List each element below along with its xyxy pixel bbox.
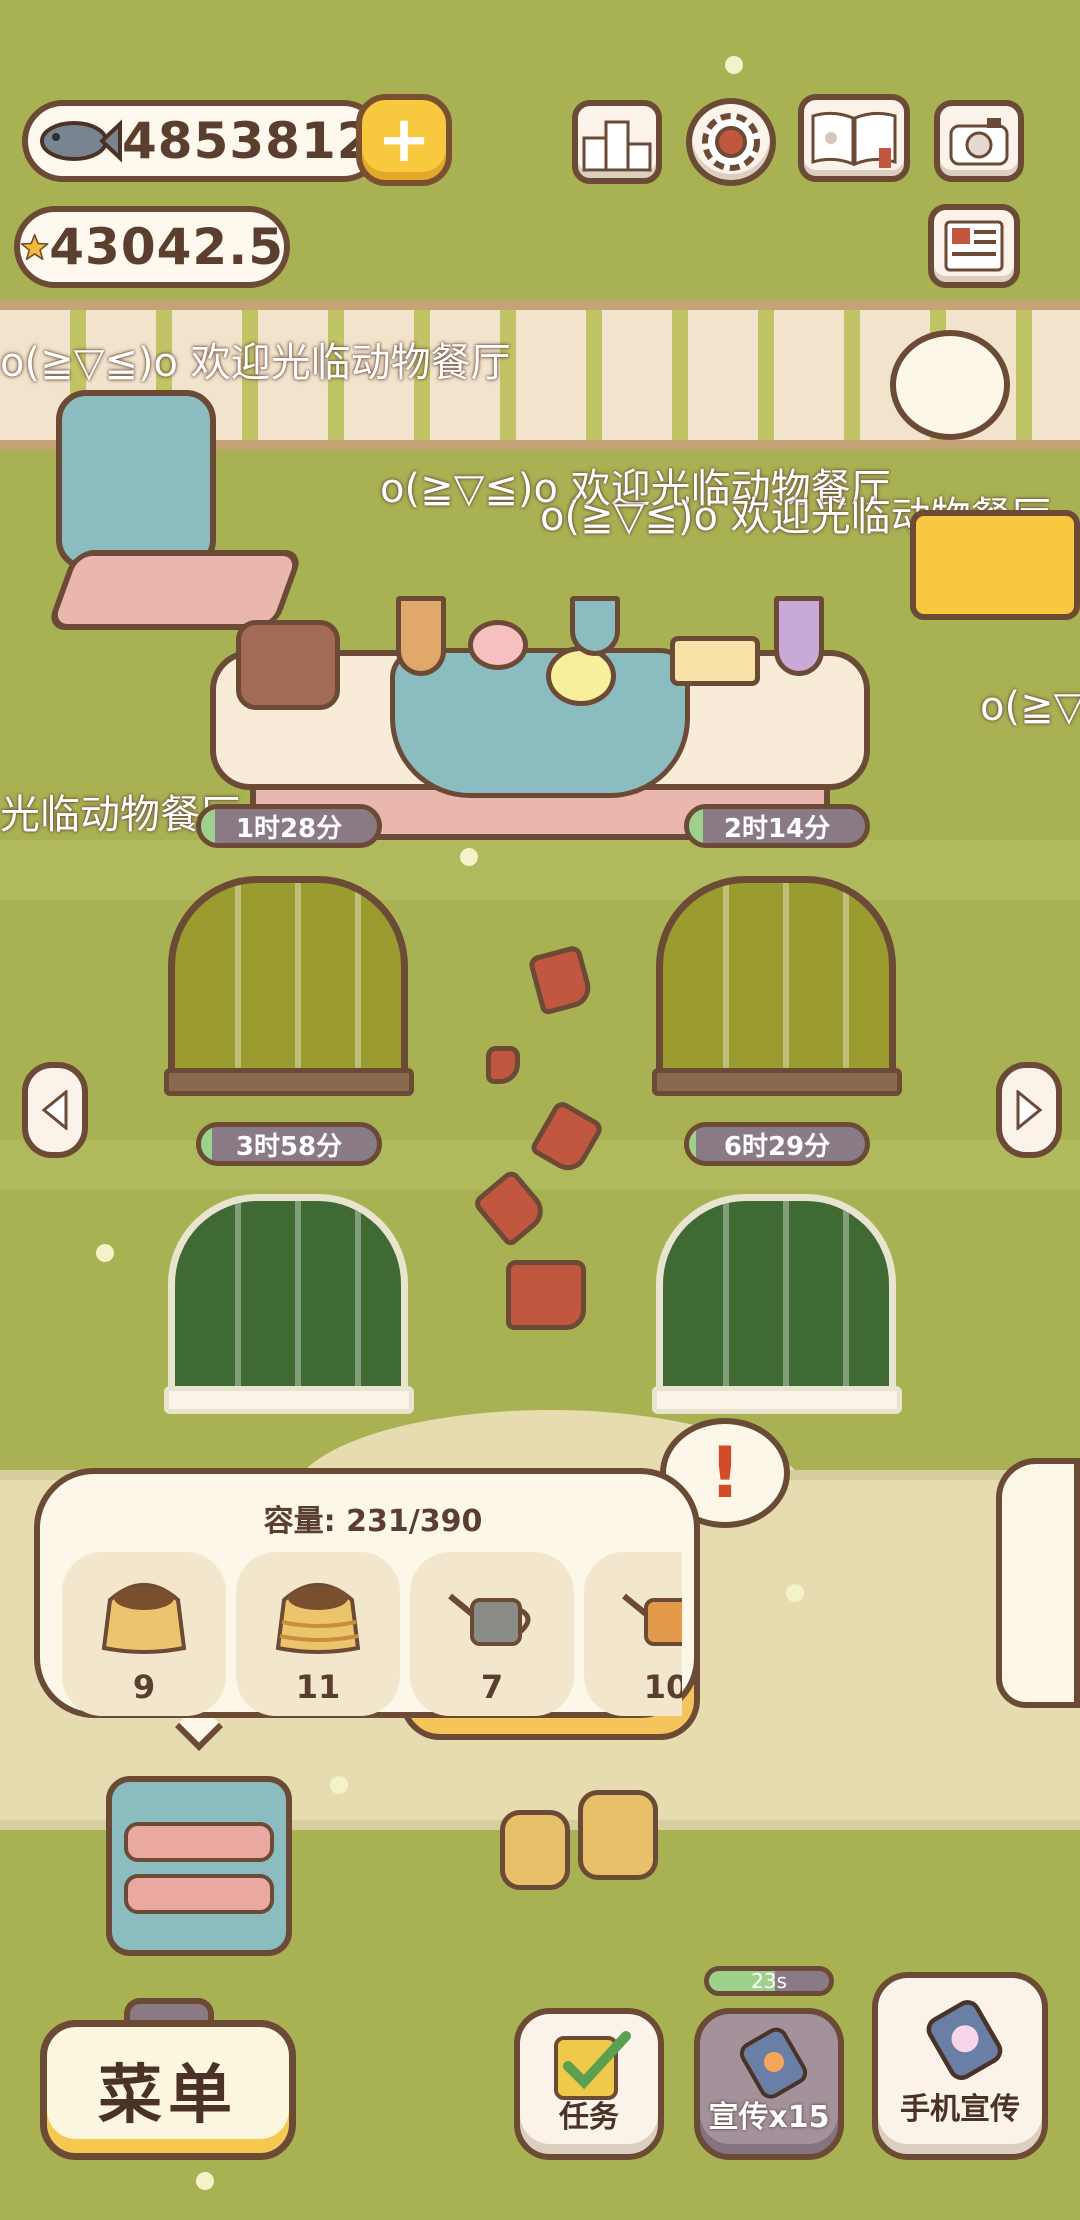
menu-button[interactable]: 菜单 (40, 2020, 296, 2160)
plot-timer-text: 2时14分 (723, 813, 831, 844)
paw-book-icon (811, 111, 897, 168)
plot-timer-text: 3时58分 (235, 1131, 343, 1162)
fertilizer-sack-icon (101, 1583, 187, 1654)
fish-currency-pill: 4853812 (22, 100, 384, 182)
star-currency-pill: 43042.5 (14, 206, 290, 288)
greenhouse-base (164, 1068, 414, 1096)
slot-count: 11 (295, 1668, 341, 1706)
storage-slot[interactable]: 7 (410, 1552, 574, 1716)
flower-decoration (786, 1584, 804, 1602)
settings-button[interactable] (686, 98, 776, 186)
plot-timer-text: 1时28分 (235, 813, 343, 844)
fertilizer-sack (500, 1810, 570, 1890)
promote-cooldown: 23s (704, 1966, 834, 1996)
promote-label: 宣传x15 (708, 2100, 830, 2135)
phone-promo-icon (926, 2000, 1003, 2080)
fish-amount: 4853812 (122, 112, 373, 170)
greenhouse-base (652, 1386, 902, 1414)
camera-icon (949, 118, 1009, 166)
star-icon (20, 233, 49, 261)
gear-icon (702, 113, 760, 171)
flower-decoration (725, 56, 743, 74)
plot-timer-progress (201, 809, 216, 843)
welcome-banner: o(≧▽≦)o 欢迎光临动物餐厅 (0, 340, 511, 386)
add-currency-button[interactable]: + (356, 94, 452, 186)
plot-timer-progress (689, 1127, 697, 1161)
cake (236, 620, 340, 710)
flower-decoration (96, 1244, 114, 1262)
storage-slot[interactable]: 10 (584, 1552, 682, 1716)
chevron-right-icon (1016, 1090, 1043, 1130)
toy-blocks-mat[interactable] (910, 510, 1080, 620)
parfait (570, 596, 620, 656)
flower-decoration (460, 848, 478, 866)
phone-promote-label: 手机宣传 (900, 2092, 1020, 2127)
ice-cream-cone (774, 596, 824, 676)
next-area-button[interactable] (996, 1062, 1062, 1158)
sock-item[interactable] (486, 1046, 520, 1084)
greenhouse-plot[interactable] (656, 876, 896, 1086)
plot-timer-progress (201, 1127, 212, 1161)
star-amount: 43042.5 (49, 218, 284, 276)
plot-timer-progress (689, 809, 704, 843)
fertilizer-sack-striped-icon (275, 1583, 361, 1654)
prev-area-button[interactable] (22, 1062, 88, 1158)
ice-cream-cone (396, 596, 446, 676)
dresser-drawer (124, 1822, 274, 1862)
leaderboard-button[interactable] (572, 100, 662, 184)
dog-customer[interactable] (996, 1458, 1080, 1708)
fish-icon (40, 119, 122, 163)
news-button[interactable] (928, 204, 1020, 288)
cake-slice (670, 636, 760, 686)
dessert-cup (468, 620, 528, 670)
plot-timer: 3时58分 (196, 1122, 382, 1166)
storage-dresser[interactable] (106, 1776, 292, 1956)
phone-promote-button[interactable]: 手机宣传 (872, 1972, 1048, 2160)
tasks-button[interactable]: 任务 (514, 2008, 664, 2160)
newspaper-icon (944, 220, 1004, 272)
plot-timer: 2时14分 (684, 804, 870, 848)
storage-slot[interactable]: 11 (236, 1552, 400, 1716)
dessert-machine[interactable] (56, 390, 216, 570)
plot-timer-text: 6时29分 (723, 1131, 831, 1162)
exclamation-icon: ! (709, 1432, 741, 1514)
storage-panel: 容量: 231/390 9 11 7 10 (34, 1468, 700, 1718)
camera-button[interactable] (934, 100, 1024, 182)
machine-base (45, 550, 305, 630)
cupcake (546, 646, 616, 706)
greenhouse-base (164, 1386, 414, 1414)
plot-timer: 6时29分 (684, 1122, 870, 1166)
dresser-drawer (124, 1874, 274, 1914)
storage-capacity: 容量: 231/390 (263, 1504, 483, 1539)
greenhouse-plot[interactable] (656, 1194, 896, 1404)
plot-timer: 1时28分 (196, 804, 382, 848)
greenhouse-plot[interactable] (168, 1194, 408, 1404)
slot-count: 7 (480, 1668, 504, 1706)
chevron-left-icon (41, 1090, 68, 1130)
watering-can-gray-icon (448, 1593, 531, 1646)
storage-slot[interactable]: 9 (62, 1552, 226, 1716)
greenhouse-plot[interactable] (168, 876, 408, 1086)
leaderboard-icon (582, 120, 652, 172)
watering-can-orange-icon (622, 1593, 682, 1646)
animal-book-button[interactable] (798, 94, 910, 182)
sock-item[interactable] (506, 1260, 586, 1330)
grass-stripe (0, 840, 1080, 900)
greenhouse-base (652, 1068, 902, 1096)
promote-button[interactable]: 宣传x15 (694, 2008, 844, 2160)
promote-cooldown-text: 23s (751, 1969, 787, 1993)
flower-decoration (196, 2172, 214, 2190)
cat-waiter[interactable] (890, 330, 1010, 440)
sock-item[interactable] (527, 944, 595, 1016)
flower-decoration (330, 1776, 348, 1794)
plus-icon: + (377, 103, 431, 177)
tasks-label: 任务 (559, 2100, 619, 2135)
fertilizer-sack (578, 1790, 658, 1880)
slot-count: 10 (643, 1668, 682, 1706)
menu-label: 菜单 (98, 2059, 238, 2133)
slot-count: 9 (132, 1668, 156, 1706)
welcome-banner: o(≧▽ (980, 684, 1080, 730)
storage-slots: 9 11 7 10 (62, 1552, 682, 1718)
